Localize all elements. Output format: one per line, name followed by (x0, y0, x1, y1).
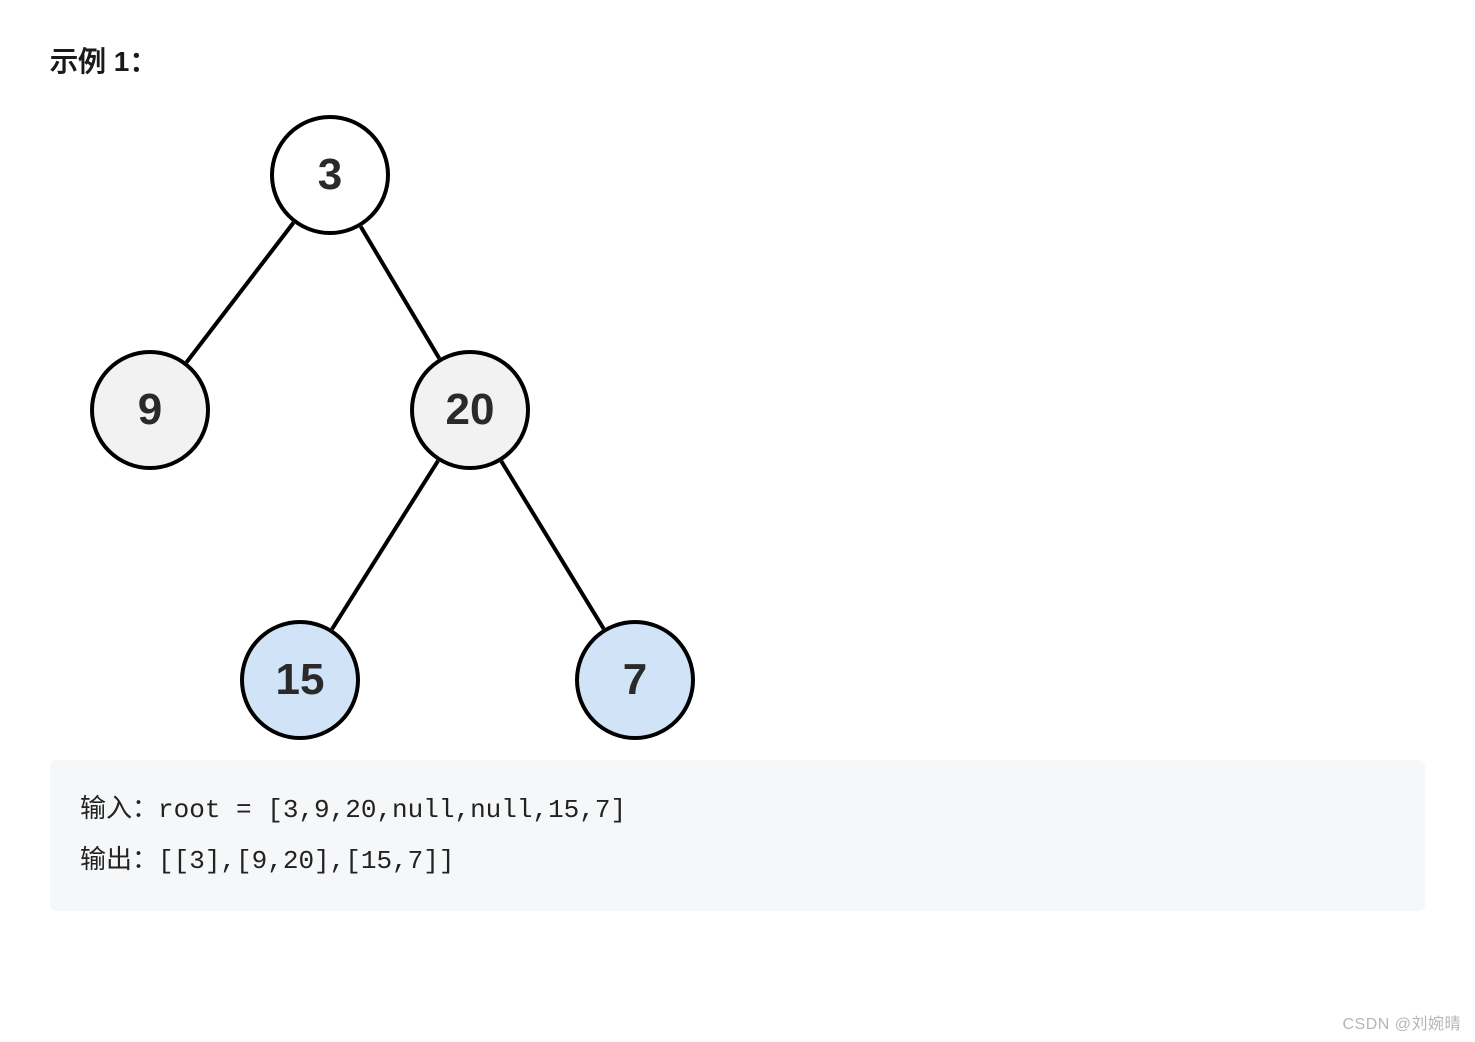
tree-diagram: 39 20 15 7 (50, 100, 750, 760)
tree-node-15: 15 (240, 620, 360, 740)
tree-edge (332, 461, 438, 629)
example-heading: 示例 1： (50, 40, 1425, 80)
tree-node-20: 20 (410, 350, 530, 470)
output-label: 输出： (80, 844, 158, 874)
input-label: 输入： (80, 793, 158, 823)
example-code-block: 输入：root = [3,9,20,null,null,15,7] 输出：[[3… (50, 760, 1425, 911)
tree-node-7: 7 (575, 620, 695, 740)
output-value: [[3],[9,20],[15,7]] (158, 846, 454, 876)
tree-edge (501, 461, 603, 629)
tree-edge (186, 223, 293, 363)
tree-node-9: 9 (90, 350, 210, 470)
tree-edge (361, 227, 440, 359)
input-value: root = [3,9,20,null,null,15,7] (158, 795, 626, 825)
tree-node-3: 3 (270, 115, 390, 235)
watermark: CSDN @刘婉晴 (1342, 1010, 1461, 1034)
